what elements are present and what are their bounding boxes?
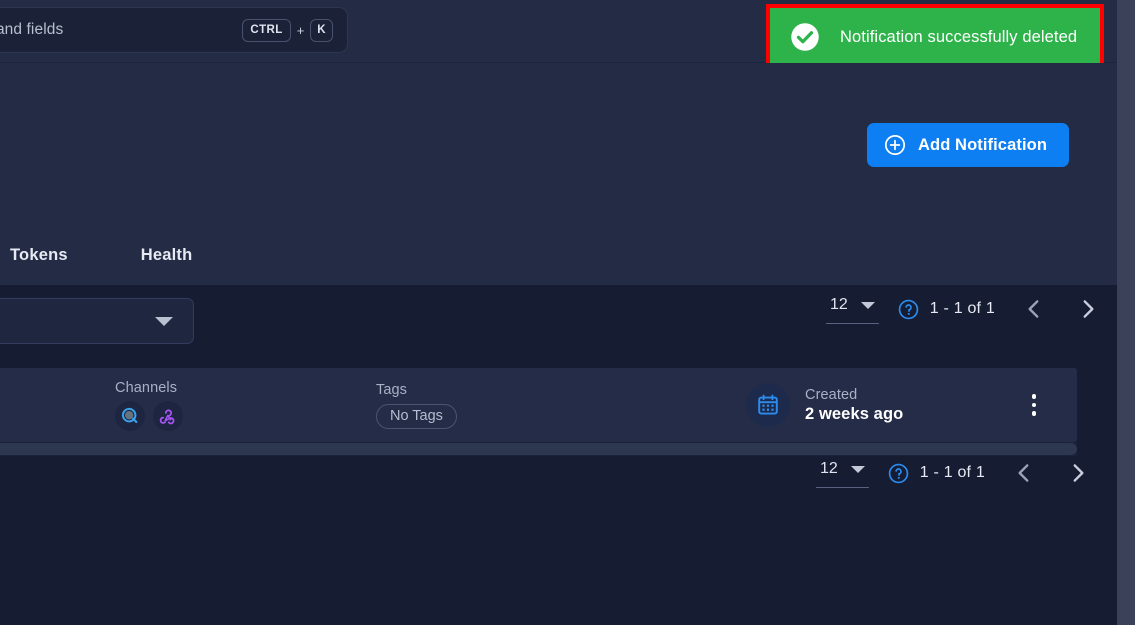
pagination-top: 12 1 - 1 of 1 <box>826 294 1101 324</box>
tab-health[interactable]: Health <box>141 238 193 273</box>
page-container: ners and fields CTRL + K Notification su… <box>0 0 1117 625</box>
chevron-down-icon <box>860 301 875 309</box>
tab-tokens[interactable]: Tokens <box>10 238 68 273</box>
page-size-value-bottom: 12 <box>820 460 838 477</box>
search-shortcut-hint: CTRL + K <box>242 18 333 42</box>
add-notification-label: Add Notification <box>918 135 1047 154</box>
cell-channels: Channels <box>115 368 183 442</box>
page-vertical-scrollbar[interactable] <box>1117 0 1135 625</box>
channels-label: Channels <box>115 379 178 396</box>
plus-circle-icon <box>884 134 906 156</box>
toast-message: Notification successfully deleted <box>840 27 1078 46</box>
notification-row-card[interactable]: Channels Tags No Tags Created 2 weeks ag… <box>0 368 1077 442</box>
cell-tags: Tags No Tags <box>376 368 457 442</box>
global-search-input[interactable]: ners and fields CTRL + K <box>0 7 348 53</box>
app-viewport: ners and fields CTRL + K Notification su… <box>0 0 1135 625</box>
webhook-channel-icon[interactable] <box>153 400 183 431</box>
kbd-plus: + <box>296 22 305 38</box>
kbd-ctrl: CTRL <box>242 18 291 42</box>
page-size-select-bottom[interactable]: 12 <box>816 458 869 488</box>
search-placeholder-text: ners and fields <box>0 21 64 38</box>
table-horizontal-scrollbar-thumb[interactable] <box>0 443 1077 455</box>
chevron-right-icon[interactable] <box>1075 296 1101 322</box>
page-size-select-top[interactable]: 12 <box>826 294 879 324</box>
chevron-left-icon[interactable] <box>1011 460 1037 486</box>
channel-icon-group <box>115 400 183 431</box>
kebab-dot <box>1031 394 1037 399</box>
toast-notification[interactable]: Notification successfully deleted <box>770 8 1100 66</box>
kebab-dot <box>1031 411 1037 416</box>
kbd-k: K <box>310 18 333 42</box>
list-toolbar: 12 1 - 1 of 1 Channels Tags No Tags Crea… <box>0 285 1117 488</box>
tags-value-pill: No Tags <box>376 403 457 429</box>
help-circle-icon[interactable] <box>888 463 909 484</box>
tab-bar: Tokens Health <box>0 238 192 273</box>
page-size-value-top: 12 <box>830 296 848 313</box>
chevron-left-icon[interactable] <box>1021 296 1047 322</box>
main-content: 12 1 - 1 of 1 Channels Tags No Tags Crea… <box>0 285 1117 625</box>
help-circle-icon[interactable] <box>898 299 919 320</box>
toast-highlight-box: Notification successfully deleted <box>766 4 1104 70</box>
created-text-group: Created 2 weeks ago <box>805 387 903 424</box>
pagination-range-bottom: 1 - 1 of 1 <box>919 464 985 481</box>
opsgenie-channel-icon[interactable] <box>115 400 145 431</box>
created-label: Created <box>805 386 858 403</box>
created-value: 2 weeks ago <box>805 404 904 423</box>
chevron-down-icon <box>850 465 865 473</box>
check-circle-icon <box>791 23 819 51</box>
table-horizontal-scrollbar[interactable] <box>0 442 1077 456</box>
pagination-range-top: 1 - 1 of 1 <box>929 300 995 317</box>
chevron-down-icon <box>155 316 173 326</box>
add-notification-button[interactable]: Add Notification <box>867 123 1069 167</box>
kebab-dot <box>1031 402 1037 408</box>
filter-dropdown[interactable] <box>0 298 194 344</box>
kebab-menu-icon[interactable] <box>1023 392 1045 418</box>
pagination-bottom: 12 1 - 1 of 1 <box>816 458 1091 488</box>
chevron-right-icon[interactable] <box>1065 460 1091 486</box>
cell-created: Created 2 weeks ago <box>746 368 903 442</box>
calendar-icon <box>746 383 790 427</box>
tags-label: Tags <box>376 381 408 398</box>
page-header-band: Add Notification Tokens Health <box>0 63 1117 285</box>
